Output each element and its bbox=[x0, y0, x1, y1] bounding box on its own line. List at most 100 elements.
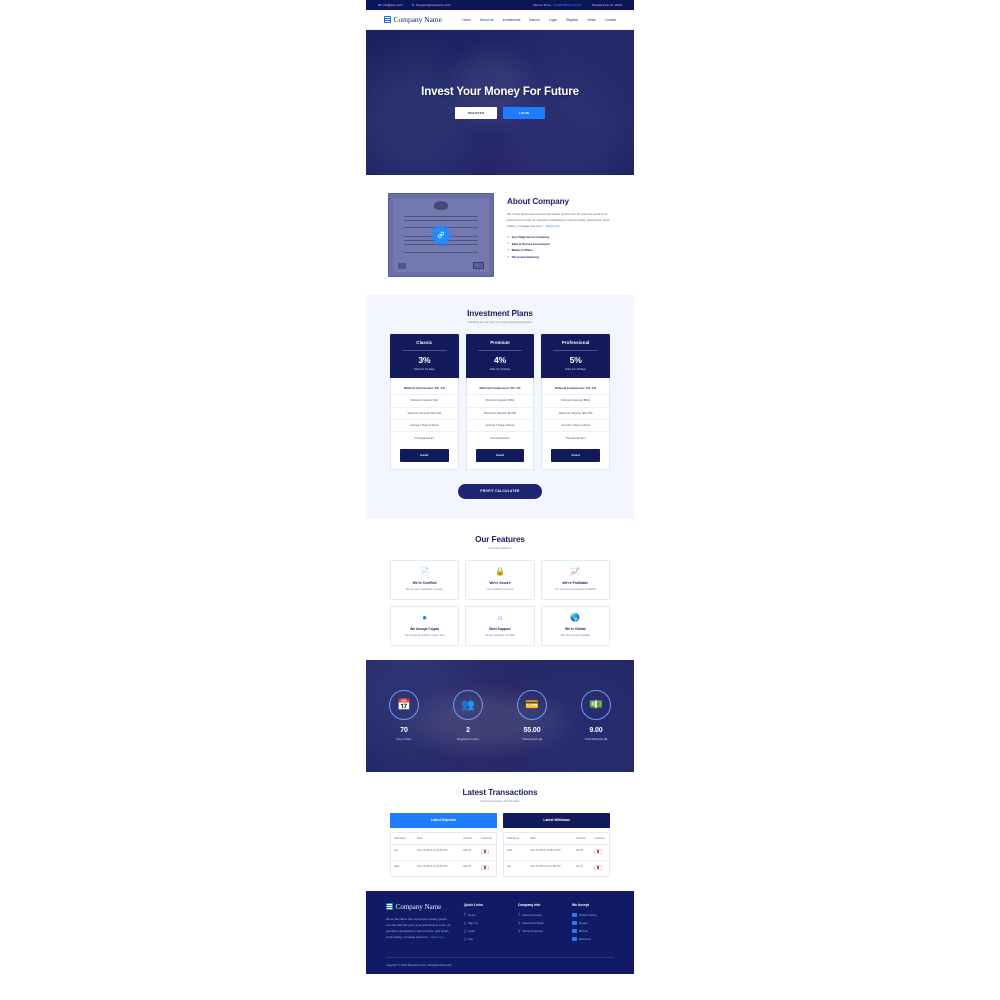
plan-percent: 5% bbox=[569, 355, 582, 366]
stat-label: Days Online bbox=[396, 737, 412, 742]
stat-registered-users: 👥 2 Registered Users bbox=[443, 690, 493, 741]
nav-item-home[interactable]: Home bbox=[462, 18, 471, 22]
about-bullet-label: Safe & Secure Investment bbox=[511, 241, 550, 246]
cell-currency bbox=[591, 845, 609, 860]
about-read-more-link[interactable]: Read more bbox=[546, 224, 560, 228]
plan-header: Classic 3% Daily For 10 Days bbox=[390, 334, 459, 378]
footer-link-login[interactable]: ❯ Login bbox=[464, 929, 506, 933]
check-icon: ✓ bbox=[507, 254, 510, 259]
profit-calculator-button[interactable]: PROFIT CALCULATER bbox=[458, 483, 542, 499]
top-bar-status: Server Time: 02/08/2019 9:02:22 Started … bbox=[533, 3, 622, 7]
currency-flag-icon bbox=[594, 849, 603, 855]
nav-item-login[interactable]: Login bbox=[549, 18, 557, 22]
footer-read-more-link[interactable]: Read more bbox=[431, 935, 445, 939]
table-header-row: Username Date Amount Currency bbox=[391, 832, 496, 845]
feature-card-profitable[interactable]: 📈 We're Profitable Our plans are persist… bbox=[540, 559, 610, 600]
stat-circle: 💵 bbox=[581, 690, 611, 721]
lock-icon: 🔒 bbox=[495, 566, 505, 576]
feature-card-support[interactable]: ☼ Best Support We are available 24/7/365 bbox=[465, 605, 535, 646]
nav-item-news[interactable]: News bbox=[587, 18, 595, 22]
cell-amount: $25.00 bbox=[463, 849, 472, 853]
plan-card-professional: Professional 5% Daily For 10 Days Referr… bbox=[541, 334, 611, 470]
column-header-date: Date bbox=[530, 836, 536, 840]
nav-item-register[interactable]: Register bbox=[566, 18, 578, 22]
feature-desc: Our plans are persistently profitable bbox=[554, 587, 596, 591]
brand-logo[interactable]: Company Name bbox=[384, 15, 442, 24]
footer-link-label: Faq bbox=[468, 937, 473, 942]
stat-days-online: 📅 70 Days Online bbox=[379, 690, 429, 741]
nav-item-contact[interactable]: Contact bbox=[605, 18, 616, 22]
footer-brand-column: Company Name We at Site Name has experie… bbox=[386, 903, 452, 946]
stat-label: Registered Users bbox=[457, 737, 479, 742]
plan-header: Professional 5% Daily For 10 Days bbox=[541, 334, 611, 378]
stat-value: 55.00 bbox=[523, 727, 541, 735]
plan-feature: Minimum Deposit: $501 bbox=[542, 395, 610, 408]
plan-name: Classic bbox=[416, 340, 433, 345]
plan-feature: Accrual 7 Days A Week bbox=[466, 420, 534, 433]
footer-link-home[interactable]: ❯ Home bbox=[464, 913, 506, 917]
plans-heading: Investment Plans bbox=[467, 309, 533, 318]
link-icon[interactable] bbox=[432, 226, 450, 244]
feature-card-global[interactable]: 🌎 We're Global We offer services globall… bbox=[540, 605, 610, 646]
plan-feature: Maximum Deposit: $10,000 bbox=[391, 408, 458, 420]
tab-latest-withdraw[interactable]: Latest Withdraw bbox=[503, 812, 610, 828]
signature-icon bbox=[398, 263, 406, 269]
cell-username: edits bbox=[507, 849, 513, 853]
plan-feature: Maximum Deposit: $5,000 bbox=[466, 408, 534, 420]
plan-percent: 4% bbox=[493, 355, 507, 366]
hero-login-button[interactable]: LOGIN bbox=[503, 107, 545, 119]
column-header-currency: Currency bbox=[481, 836, 492, 840]
footer-company-info-heading: Company Info bbox=[517, 902, 541, 907]
feature-desc: We are available 24/7/365 bbox=[484, 633, 516, 637]
feature-card-certified[interactable]: 📄 We're Certified We are govt registered… bbox=[390, 559, 460, 600]
table-row: test Feb-15-2019 12:57:58 PM $4.00 bbox=[504, 861, 609, 876]
payment-method-payeer: Payeer bbox=[571, 921, 614, 925]
currency-flag-icon bbox=[481, 849, 490, 855]
headset-icon: ☼ bbox=[496, 612, 504, 622]
feature-card-secure[interactable]: 🔒 We're Secure Our plateform is secure bbox=[465, 559, 535, 600]
support-contact[interactable]: Support@sitename.com bbox=[411, 3, 451, 7]
footer-link-label: Login bbox=[468, 929, 475, 934]
plan-invest-button[interactable]: Invest bbox=[551, 448, 601, 462]
calendar-icon: 📅 bbox=[397, 698, 411, 711]
perfect-money-icon bbox=[571, 912, 577, 917]
footer-we-accept-column: We Accept Perfect Money Payeer BitCoin E… bbox=[571, 903, 614, 946]
nav-item-about-us[interactable]: About Us bbox=[480, 18, 494, 22]
check-icon: ✓ bbox=[507, 234, 510, 239]
site-footer: Company Name We at Site Name has experie… bbox=[366, 890, 634, 975]
certificate-image bbox=[388, 193, 494, 277]
hero-register-button[interactable]: REGISTER bbox=[455, 107, 497, 119]
stats-row: 📅 70 Days Online 👥 2 Registered Users 💳 … bbox=[366, 660, 634, 772]
table-row: test Feb-15-2019 12:58:50 PM $25.00 bbox=[391, 845, 496, 861]
footer-link-faq[interactable]: ❯ Faq bbox=[464, 937, 506, 941]
nav-item-banner[interactable]: Banner bbox=[529, 18, 540, 22]
table-row: edits Feb-15-2019 12:48:52 PM $30.00 bbox=[391, 861, 496, 876]
footer-link-investment-plans[interactable]: ❯ Investment Plans bbox=[518, 921, 560, 925]
nav-item-investments[interactable]: Investments bbox=[503, 18, 521, 22]
chevron-right-icon: ❯ bbox=[517, 912, 521, 917]
cell-date: Feb-15-2019 12:58:01 PM bbox=[530, 849, 561, 853]
footer-link-terms-of-service[interactable]: ❯ Terms of Service bbox=[518, 929, 560, 933]
server-time-label: Server Time: bbox=[533, 3, 552, 7]
features-grid: 📄 We're Certified We are govt registered… bbox=[390, 559, 610, 646]
footer-link-sign-up[interactable]: ❯ Sign Up bbox=[464, 921, 506, 925]
cell-username: test bbox=[507, 865, 512, 869]
plan-feature: Referral Commission: 5% -1% bbox=[466, 382, 534, 396]
footer-company-info-column: Company Info ❯ About Company ❯ Investmen… bbox=[518, 903, 560, 946]
plan-body: Referral Commission: 5% -1% Minimum Depo… bbox=[465, 377, 535, 470]
footer-logo[interactable]: Company Name bbox=[386, 903, 452, 911]
footer-brand-name: Company Name bbox=[395, 902, 442, 911]
crest-icon bbox=[434, 201, 448, 210]
footer-link-about-company[interactable]: ❯ About Company bbox=[518, 913, 560, 917]
plan-invest-button[interactable]: Invest bbox=[475, 448, 525, 462]
column-header-date: Date bbox=[417, 836, 423, 840]
check-icon: ✓ bbox=[507, 247, 510, 252]
features-row: ● We Accept Crypto We accept all certifi… bbox=[390, 605, 610, 646]
plan-invest-button[interactable]: Invest bbox=[400, 448, 449, 462]
tab-latest-deposits[interactable]: Latest Deposits bbox=[390, 812, 497, 828]
started-label: Started Feb 15, 2019 bbox=[591, 3, 622, 7]
users-icon: 👥 bbox=[461, 698, 475, 711]
email-contact[interactable]: info@site.com bbox=[378, 3, 403, 7]
feature-card-crypto[interactable]: ● We Accept Crypto We accept all certifi… bbox=[390, 605, 460, 646]
chevron-right-icon: ❯ bbox=[517, 920, 521, 925]
